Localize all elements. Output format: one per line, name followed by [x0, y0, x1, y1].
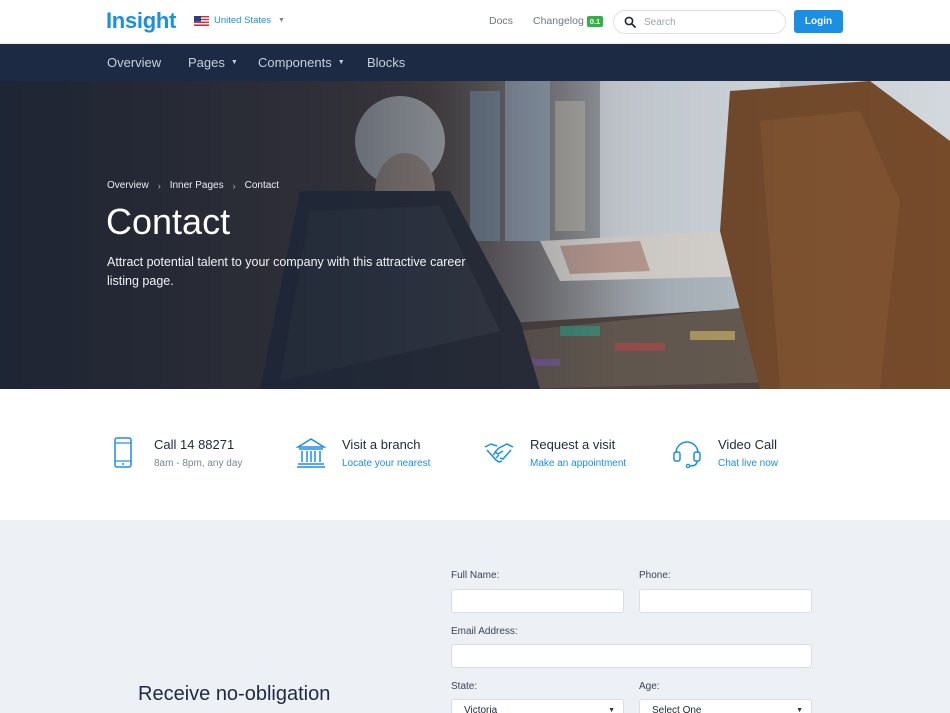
- contact-options: Call 14 88271 8am - 8pm, any day Visit a…: [0, 389, 950, 520]
- nav-item-components[interactable]: Components ▼: [258, 55, 345, 70]
- form-heading: Receive no-obligation: [138, 683, 331, 705]
- nav-item-blocks[interactable]: Blocks: [367, 55, 405, 70]
- breadcrumb-item-overview[interactable]: Overview: [107, 180, 149, 191]
- changelog-link[interactable]: Changelog 0.1: [533, 15, 604, 27]
- contact-form-section: Receive no-obligation Full Name: Phone: …: [0, 520, 950, 713]
- state-label: State:: [451, 681, 478, 692]
- login-button[interactable]: Login: [794, 10, 843, 33]
- logo[interactable]: Insight: [106, 8, 176, 34]
- contact-option-subtitle: 8am - 8pm, any day: [154, 458, 243, 469]
- phone-field[interactable]: [639, 589, 812, 613]
- nav-item-overview[interactable]: Overview: [107, 55, 161, 70]
- nav-item-label: Overview: [107, 55, 162, 70]
- headset-icon: [673, 441, 701, 469]
- chevron-down-icon: ▼: [608, 707, 615, 713]
- version-badge: 0.1: [586, 15, 604, 27]
- breadcrumb-item-inner-pages[interactable]: Inner Pages: [170, 180, 224, 191]
- age-label: Age:: [639, 681, 660, 692]
- us-flag-icon: [194, 15, 209, 26]
- full-name-field[interactable]: [451, 589, 624, 613]
- changelog-label: Changelog: [533, 15, 584, 27]
- page-subtitle: Attract potential talent to your company…: [107, 255, 466, 288]
- breadcrumb-item-contact: Contact: [244, 180, 280, 191]
- chevron-down-icon: ▼: [278, 17, 285, 24]
- chevron-down-icon: ▼: [230, 59, 238, 66]
- main-nav: Overview Pages ▼ Components ▼ Blocks: [0, 44, 950, 81]
- contact-option-title: Request a visit: [530, 437, 616, 452]
- phone-icon: [114, 437, 132, 468]
- search-icon: [624, 16, 636, 28]
- docs-link[interactable]: Docs: [489, 15, 513, 27]
- contact-option-link[interactable]: Make an appointment: [530, 458, 626, 469]
- contact-option-title: Visit a branch: [342, 437, 421, 452]
- search-input[interactable]: [644, 15, 779, 30]
- nav-item-label: Pages: [188, 55, 225, 70]
- nav-item-label: Components: [258, 55, 332, 70]
- locale-selector[interactable]: United States ▼: [194, 15, 285, 26]
- chevron-down-icon: ▼: [337, 59, 345, 66]
- chevron-right-icon: ›: [232, 180, 236, 191]
- breadcrumb: Overview › Inner Pages › Contact: [107, 180, 279, 191]
- email-label: Email Address:: [451, 626, 518, 637]
- search-box: [613, 10, 786, 34]
- page-title: Contact: [106, 201, 231, 242]
- chevron-right-icon: ›: [157, 180, 161, 191]
- state-select-value: Victoria: [464, 705, 498, 713]
- locale-label: United States: [214, 15, 272, 26]
- nav-item-label: Blocks: [367, 55, 406, 70]
- full-name-label: Full Name:: [451, 570, 500, 581]
- age-select[interactable]: Select One ▼: [639, 699, 812, 713]
- contact-option-link[interactable]: Chat live now: [718, 458, 778, 469]
- chevron-down-icon: ▼: [796, 707, 803, 713]
- email-field[interactable]: [451, 644, 812, 668]
- contact-option-link[interactable]: Locate your nearest: [342, 458, 430, 469]
- contact-option-title: Video Call: [718, 437, 778, 452]
- handshake-icon: [484, 443, 514, 463]
- bank-icon: [296, 438, 327, 468]
- contact-option-title: Call 14 88271: [154, 437, 235, 452]
- state-select[interactable]: Victoria ▼: [451, 699, 624, 713]
- nav-item-pages[interactable]: Pages ▼: [188, 55, 238, 70]
- phone-label: Phone:: [639, 570, 671, 581]
- top-bar: Insight United States ▼ Docs Changelog 0…: [0, 0, 950, 44]
- age-select-value: Select One: [652, 705, 702, 713]
- hero-banner: Overview › Inner Pages › Contact Contact…: [0, 81, 950, 389]
